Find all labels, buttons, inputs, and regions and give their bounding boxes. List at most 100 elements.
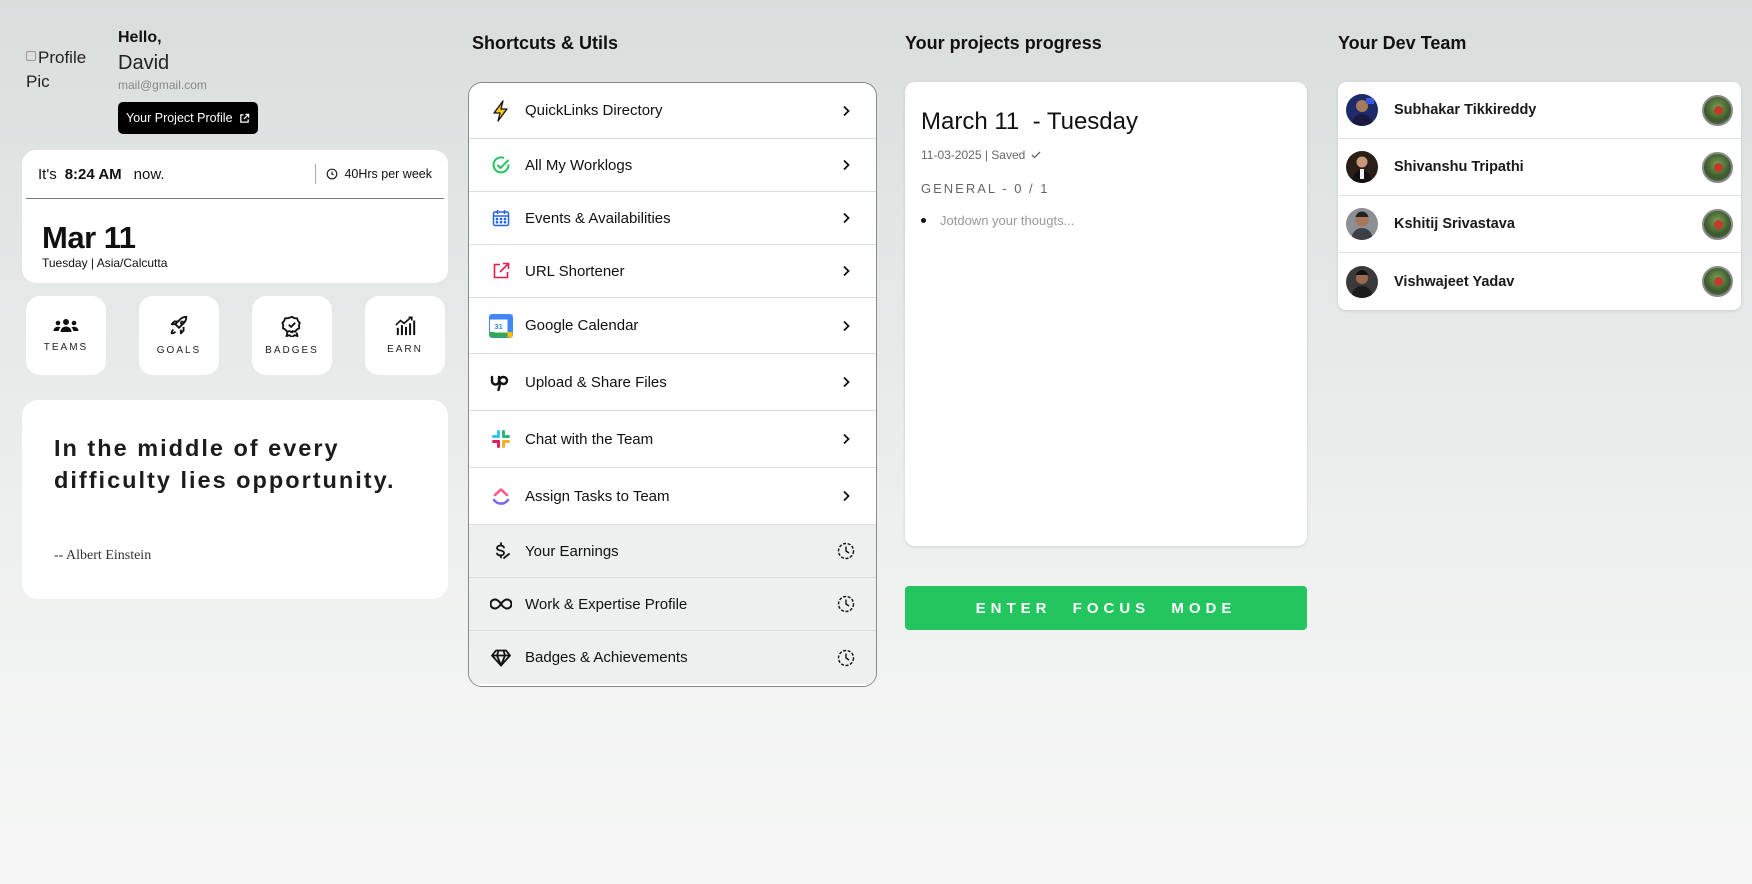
shortcut-label: QuickLinks Directory <box>525 102 663 119</box>
shortcut-badges[interactable]: Badges & Achievements <box>469 631 876 684</box>
teams-tile-label: TEAMS <box>43 342 89 353</box>
team-member-name: Shivanshu Tripathi <box>1394 159 1524 175</box>
team-member-name: Subhakar Tikkireddy <box>1394 102 1537 118</box>
quote-author: -- Albert Einstein <box>54 548 152 563</box>
avatar <box>1346 94 1378 126</box>
shortcut-label: Assign Tasks to Team <box>525 487 670 505</box>
bullet-dot <box>921 218 926 223</box>
chart-icon <box>395 316 416 336</box>
teams-tile[interactable]: TEAMS <box>26 296 106 375</box>
team-member-row[interactable]: Kshitij Srivastava <box>1338 196 1741 253</box>
team-member-row[interactable]: Subhakar Tikkireddy <box>1338 82 1741 139</box>
profile-header: Profile Pic Hello, David mail@gmail.com … <box>22 0 448 145</box>
chevron-right-icon <box>836 429 856 449</box>
shortcuts-title: Shortcuts & Utils <box>472 33 619 53</box>
weekly-hours: 40Hrs per week <box>315 164 432 184</box>
enter-focus-mode-button[interactable]: ENTER FOCUS MODE <box>905 586 1307 630</box>
chevron-right-icon <box>836 155 856 175</box>
dashed-clock-icon <box>836 648 856 668</box>
check-circle-icon <box>489 153 513 177</box>
shortcut-google-calendar[interactable]: 31 Google Calendar <box>469 298 876 354</box>
team-member-row[interactable]: Vishwajeet Yadav <box>1338 253 1741 310</box>
shortcut-upload-files[interactable]: Upload & Share Files <box>469 354 876 411</box>
team-member-row[interactable]: Shivanshu Tripathi <box>1338 139 1741 196</box>
thoughts-input[interactable] <box>940 213 1240 228</box>
quick-tiles: TEAMS GOALS BADGES EARN <box>26 296 446 375</box>
clock-suffix: now. <box>133 165 165 183</box>
goals-tile[interactable]: GOALS <box>139 296 219 375</box>
shortcut-expertise-profile[interactable]: Work & Expertise Profile <box>469 578 876 631</box>
avatar <box>1346 151 1378 183</box>
calendar-day-number: 31 <box>494 322 502 331</box>
user-email: mail@gmail.com <box>118 78 207 92</box>
rocket-icon <box>170 315 188 335</box>
team-member-name: Vishwajeet Yadav <box>1394 273 1515 290</box>
progress-card: March 11 - Tuesday 11-03-2025 | Saved GE… <box>905 82 1307 546</box>
shortcut-worklogs[interactable]: All My Worklogs <box>469 139 876 192</box>
team-title: Your Dev Team <box>1338 33 1467 53</box>
badges-tile[interactable]: BADGES <box>252 296 332 375</box>
shortcut-label: URL Shortener <box>525 262 625 280</box>
chevron-right-icon <box>836 316 856 336</box>
shortcut-url-shortener[interactable]: URL Shortener <box>469 245 876 298</box>
progress-meta: 11-03-2025 | Saved <box>921 148 1041 162</box>
dollar-icon <box>489 539 513 563</box>
lightning-icon <box>489 99 513 123</box>
user-name: David <box>118 52 170 74</box>
hours-per-week: 40Hrs per week <box>344 167 432 181</box>
member-badge-icon <box>1702 266 1733 297</box>
avatar: Profile Pic <box>26 46 106 91</box>
member-badge-icon <box>1702 94 1733 126</box>
calendar-icon <box>489 206 513 230</box>
project-profile-button[interactable]: Your Project Profile <box>118 102 258 134</box>
external-link-icon <box>489 259 513 283</box>
shortcut-label: All My Worklogs <box>525 156 633 174</box>
shortcut-label: Upload & Share Files <box>525 373 667 391</box>
shortcut-chat[interactable]: Chat with the Team <box>469 411 876 468</box>
shortcut-label: Work & Expertise Profile <box>525 595 688 613</box>
badges-tile-label: BADGES <box>265 345 319 356</box>
infinity-icon <box>489 592 513 616</box>
project-profile-label: Your Project Profile <box>126 111 233 125</box>
earn-tile[interactable]: EARN <box>365 296 445 375</box>
check-icon <box>1031 151 1041 159</box>
chevron-right-icon <box>836 486 856 506</box>
shortcut-label: Events & Availabilities <box>525 209 671 227</box>
shortcut-earnings[interactable]: Your Earnings <box>469 525 876 578</box>
users-icon <box>53 319 79 332</box>
progress-date-heading: March 11 - Tuesday <box>921 108 1138 135</box>
team-list: Subhakar Tikkireddy Shivanshu Tripathi K… <box>1338 82 1741 310</box>
chevron-right-icon <box>836 101 856 121</box>
goals-tile-label: GOALS <box>156 345 202 356</box>
shortcut-label: Badges & Achievements <box>525 649 688 666</box>
avatar <box>1346 265 1378 298</box>
chevron-right-icon <box>836 208 856 228</box>
shortcut-label: Chat with the Team <box>525 430 654 448</box>
member-badge-icon <box>1702 151 1733 183</box>
quote-text: In the middle of every difficulty lies o… <box>54 435 396 493</box>
dashed-clock-icon <box>836 594 856 614</box>
upwork-icon <box>489 370 513 394</box>
greeting: Hello, <box>118 29 162 46</box>
google-calendar-icon: 31 <box>489 313 513 338</box>
saved-status: 11-03-2025 | Saved <box>921 148 1026 162</box>
general-counter: GENERAL - 0 / 1 <box>921 181 1050 196</box>
quote-card: In the middle of every difficulty lies o… <box>22 400 448 599</box>
slack-icon <box>489 427 513 451</box>
gem-icon <box>489 646 513 670</box>
avatar <box>1346 208 1378 240</box>
external-link-icon <box>239 113 249 123</box>
shortcut-events[interactable]: Events & Availabilities <box>469 192 876 245</box>
clock-icon <box>327 168 338 180</box>
shortcut-quicklinks[interactable]: QuickLinks Directory <box>469 83 876 139</box>
clock-row: It's 8:24 AM now. 40Hrs per week <box>26 150 444 199</box>
badge-icon <box>281 315 301 337</box>
thought-bullet <box>921 213 1240 228</box>
dashed-clock-icon <box>836 541 856 561</box>
shortcut-assign-tasks[interactable]: Assign Tasks to Team <box>469 468 876 525</box>
team-member-name: Kshitij Srivastava <box>1394 216 1515 232</box>
member-badge-icon <box>1702 208 1733 240</box>
broken-image-icon <box>26 50 36 61</box>
clock-card: It's 8:24 AM now. 40Hrs per week Mar 11 … <box>22 150 448 283</box>
shortcut-label: Your Earnings <box>525 542 619 560</box>
